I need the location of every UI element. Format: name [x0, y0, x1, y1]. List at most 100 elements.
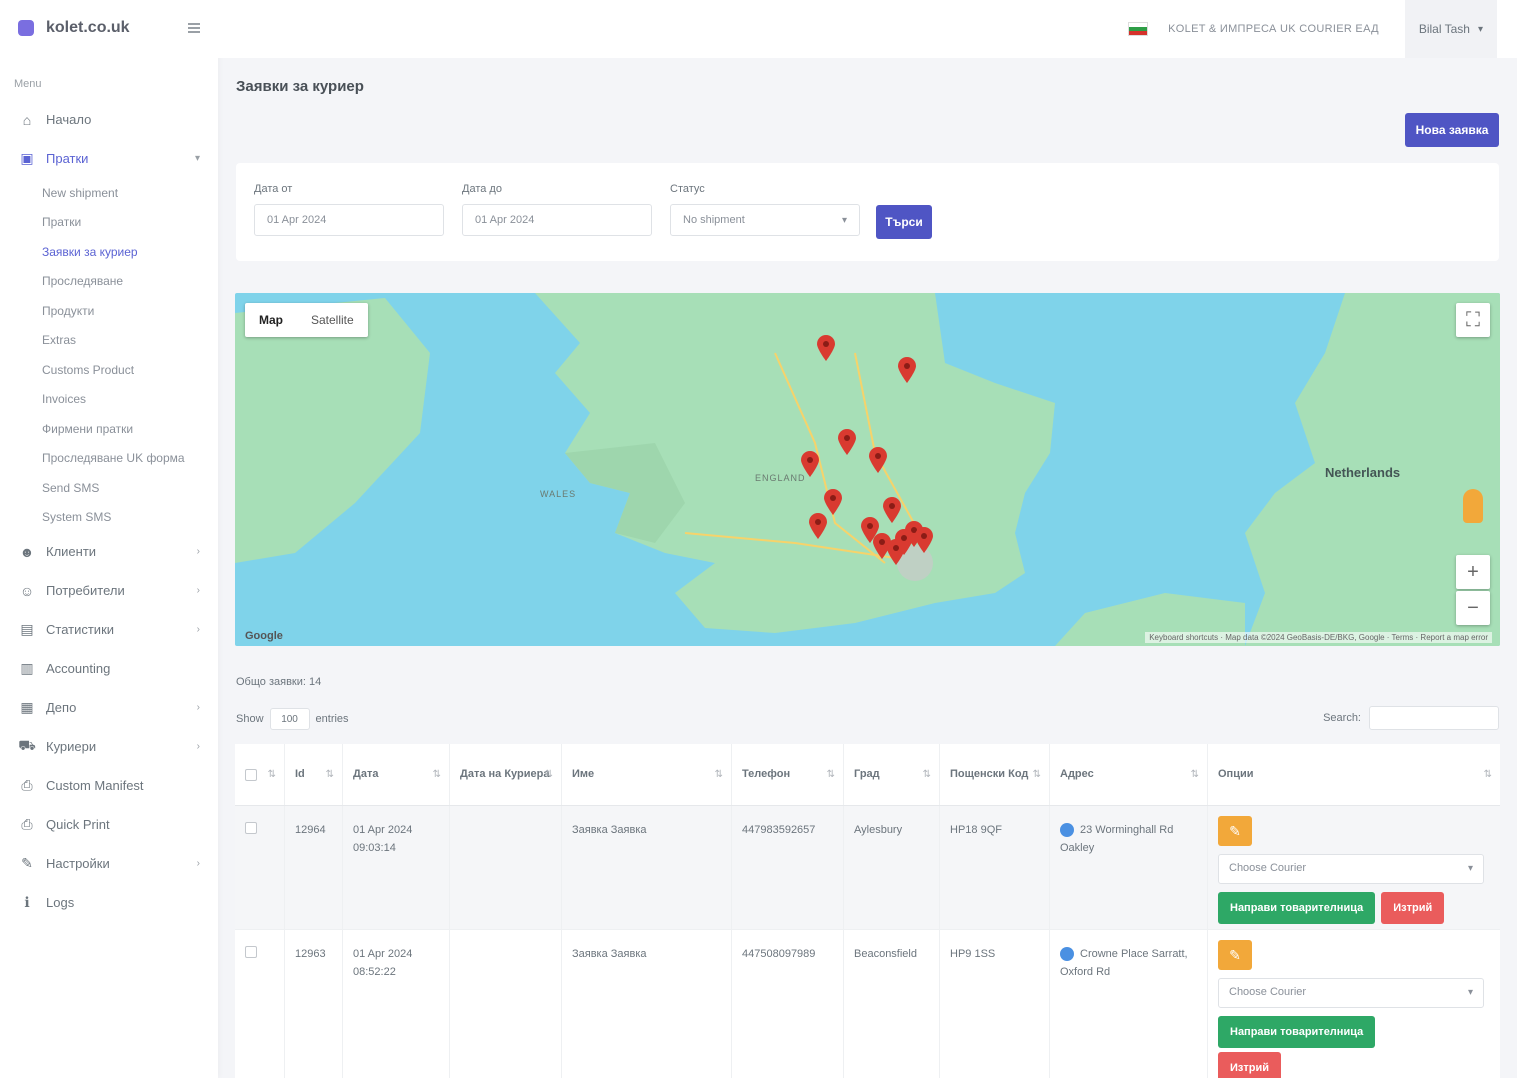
sidebar-sub-invoices[interactable]: Invoices [0, 385, 218, 415]
search-button[interactable]: Търси [876, 205, 932, 239]
sidebar-sub-send-sms[interactable]: Send SMS [0, 473, 218, 503]
date-to-label: Дата до [462, 183, 502, 195]
page-title: Заявки за куриер [236, 78, 364, 95]
create-waybill-button[interactable]: Направи товарителница [1218, 892, 1376, 924]
sidebar-item-users[interactable]: ☺ Потребители › [0, 571, 218, 610]
sidebar-sub-extras[interactable]: Extras [0, 326, 218, 356]
row-checkbox[interactable] [245, 822, 257, 834]
chevron-right-icon: › [196, 741, 200, 752]
column-phone[interactable]: Телефон [732, 744, 844, 805]
sidebar-item-label: Пратки [46, 151, 89, 166]
chevron-down-icon: ▾ [1477, 23, 1483, 35]
language-flag-icon[interactable] [1128, 22, 1149, 36]
column-postcode[interactable]: Пощенски Код [940, 744, 1050, 805]
map-type-map-button[interactable]: Map [245, 303, 297, 337]
sidebar-sub-new-shipment[interactable]: New shipment [0, 178, 218, 208]
date-from-input[interactable]: 01 Apr 2024 [254, 204, 444, 236]
region-label-wales: WALES [540, 489, 577, 499]
sidebar-item-parcels[interactable]: ▣ Пратки ▾ [0, 139, 218, 178]
table-header: Id Дата Дата на Куриера Име Телефон Град… [235, 744, 1500, 806]
delete-button[interactable]: Изтрий [1381, 892, 1445, 924]
map-marker-icon[interactable] [898, 357, 916, 383]
map-type-toggle: Map Satellite [245, 303, 368, 337]
sidebar-item-stats[interactable]: ▤ Статистики › [0, 610, 218, 649]
sidebar-sub-tracking[interactable]: Проследяване [0, 267, 218, 297]
zoom-out-button[interactable]: − [1456, 591, 1490, 625]
sidebar-item-depot[interactable]: ▦ Депо › [0, 688, 218, 727]
requests-map[interactable]: WALES ENGLAND Netherlands Map Satellite … [235, 293, 1500, 646]
date-to-input[interactable]: 01 Apr 2024 [462, 204, 652, 236]
column-address[interactable]: Адрес [1050, 744, 1208, 805]
row-courier-date [450, 806, 562, 929]
courier-select[interactable]: Choose Courier [1218, 978, 1484, 1008]
column-date[interactable]: Дата [343, 744, 450, 805]
select-all-checkbox[interactable] [245, 768, 257, 781]
sidebar-sub-parcels[interactable]: Пратки [0, 208, 218, 238]
map-marker-icon[interactable] [809, 513, 827, 539]
row-postcode: HP18 9QF [940, 806, 1050, 929]
row-checkbox[interactable] [245, 946, 257, 958]
map-marker-icon[interactable] [801, 451, 819, 477]
select-all-column[interactable] [235, 744, 285, 805]
sidebar-item-home[interactable]: ⌂ Начало [0, 100, 218, 139]
sidebar-item-settings[interactable]: ✎ Настройки › [0, 844, 218, 883]
sidebar: kolet.co.uk Menu ⌂ Начало ▣ Пратки ▾ New… [0, 0, 218, 1078]
page-length-select[interactable]: 100 [269, 708, 310, 730]
location-pin-icon[interactable] [1060, 947, 1074, 962]
table-search-input[interactable] [1369, 706, 1499, 730]
map-marker-icon[interactable] [824, 489, 842, 515]
street-view-pegman-icon[interactable] [1463, 489, 1483, 523]
accounting-icon: ▥ [20, 660, 34, 676]
row-city: Beaconsfield [844, 930, 940, 1078]
menu-toggle-icon[interactable] [188, 23, 200, 33]
brand-name: kolet.co.uk [46, 19, 130, 36]
chevron-right-icon: › [196, 702, 200, 713]
sidebar-item-clients[interactable]: ☻ Клиенти › [0, 532, 218, 571]
delete-button[interactable]: Изтрий [1218, 1052, 1282, 1078]
sidebar-item-couriers[interactable]: ⛟ Куриери › [0, 727, 218, 766]
sidebar-item-label: Настройки [46, 856, 110, 871]
row-address-cell: 23 Worminghall Rd Oakley [1050, 806, 1208, 929]
info-icon: ℹ [24, 894, 30, 910]
location-pin-icon[interactable] [1060, 823, 1074, 838]
row-action-buttons: Направи товарителница Изтрий [1218, 892, 1490, 924]
map-type-satellite-button[interactable]: Satellite [297, 303, 368, 337]
map-marker-icon[interactable] [817, 335, 835, 361]
column-city[interactable]: Град [844, 744, 940, 805]
column-id[interactable]: Id [285, 744, 343, 805]
company-link[interactable]: KOLET & ИМПРЕСА UK COURIER ЕАД [1168, 23, 1379, 35]
map-marker-icon[interactable] [883, 497, 901, 523]
new-request-button[interactable]: Нова заявка [1405, 113, 1499, 147]
zoom-in-button[interactable]: + [1456, 555, 1490, 589]
fullscreen-icon[interactable]: ⛶ [1456, 303, 1490, 337]
sidebar-item-logs[interactable]: ℹ Logs [0, 883, 218, 922]
sidebar-sub-products[interactable]: Продукти [0, 296, 218, 326]
entries-label: entries [315, 713, 349, 725]
brand[interactable]: kolet.co.uk [0, 0, 218, 56]
edit-button[interactable]: ✎ [1218, 940, 1252, 970]
create-waybill-button[interactable]: Направи товарителница [1218, 1016, 1376, 1048]
sidebar-item-quick-print[interactable]: ⎙ Quick Print [0, 805, 218, 844]
sidebar-sub-customs-product[interactable]: Customs Product [0, 355, 218, 385]
column-courier-date[interactable]: Дата на Куриера [450, 744, 562, 805]
edit-button[interactable]: ✎ [1218, 816, 1252, 846]
map-marker-icon[interactable] [887, 539, 905, 565]
requests-total: Общо заявки: 14 [236, 676, 322, 688]
column-name[interactable]: Име [562, 744, 732, 805]
courier-select[interactable]: Choose Courier [1218, 854, 1484, 884]
map-marker-icon[interactable] [838, 429, 856, 455]
sidebar-sub-system-sms[interactable]: System SMS [0, 503, 218, 533]
sidebar-sub-courier-requests[interactable]: Заявки за куриер [0, 237, 218, 267]
courier-icon: ⛟ [18, 737, 36, 753]
column-options[interactable]: Опции [1208, 744, 1500, 805]
map-marker-icon[interactable] [869, 447, 887, 473]
map-attribution[interactable]: Keyboard shortcuts · Map data ©2024 GeoB… [1145, 632, 1492, 643]
status-select[interactable]: No shipment [670, 204, 860, 236]
sidebar-item-accounting[interactable]: ▥ Accounting [0, 649, 218, 688]
sidebar-sub-tracking-uk[interactable]: Проследяване UK форма [0, 444, 218, 474]
map-marker-icon[interactable] [915, 527, 933, 553]
row-id: 12963 [285, 930, 343, 1078]
sidebar-item-custom-manifest[interactable]: ⎙ Custom Manifest [0, 766, 218, 805]
user-menu[interactable]: Bilal Tash ▾ [1404, 0, 1497, 58]
sidebar-sub-company-parcels[interactable]: Фирмени пратки [0, 414, 218, 444]
